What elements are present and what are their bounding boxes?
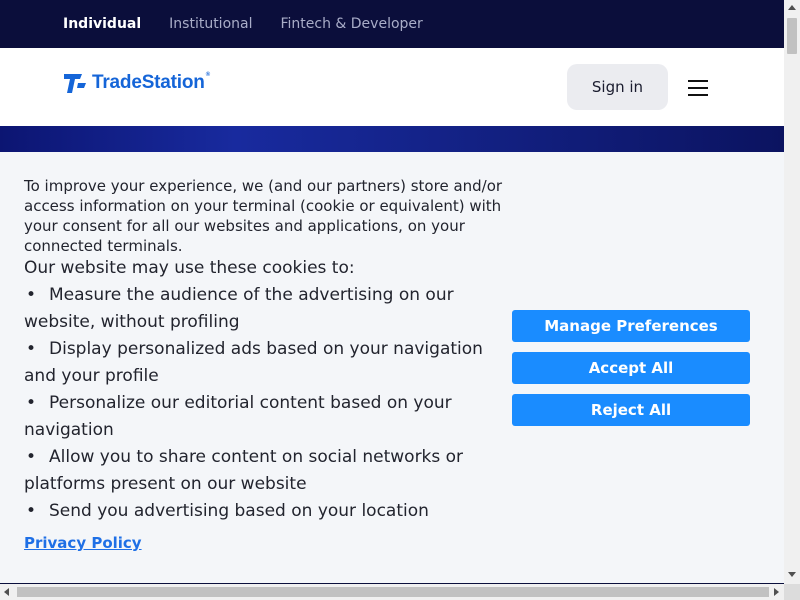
sign-in-button[interactable]: Sign in	[567, 64, 668, 110]
tradestation-logo[interactable]: TradeStation®	[62, 71, 210, 95]
vertical-scrollbar[interactable]	[784, 0, 800, 584]
scroll-right-icon[interactable]	[774, 588, 779, 596]
vertical-scroll-thumb[interactable]	[787, 18, 797, 54]
scroll-left-icon[interactable]	[4, 588, 9, 596]
cookie-lead-text: Our website may use these cookies to:	[24, 258, 355, 278]
scroll-up-icon[interactable]	[788, 5, 796, 10]
nav-institutional[interactable]: Institutional	[169, 16, 252, 32]
hero-banner	[0, 126, 784, 152]
cookie-purpose-item: Send you advertising based on your locat…	[24, 498, 504, 525]
accept-all-button[interactable]: Accept All	[512, 352, 750, 384]
cookie-purpose-item: Display personalized ads based on your n…	[24, 336, 504, 390]
cookie-intro-text: To improve your experience, we (and our …	[24, 177, 503, 255]
scrollbar-corner	[784, 584, 800, 600]
cookie-consent-banner: To improve your experience, we (and our …	[0, 152, 784, 583]
scroll-down-icon[interactable]	[788, 572, 796, 577]
nav-fintech-developer[interactable]: Fintech & Developer	[280, 16, 422, 32]
tradestation-logo-icon	[64, 74, 86, 93]
manage-preferences-button[interactable]: Manage Preferences	[512, 310, 750, 342]
cookie-purpose-item: Personalize our editorial content based …	[24, 390, 504, 444]
audience-nav: Individual Institutional Fintech & Devel…	[0, 0, 784, 48]
nav-individual[interactable]: Individual	[63, 16, 141, 32]
site-header: TradeStation® Sign in	[0, 48, 784, 126]
reject-all-button[interactable]: Reject All	[512, 394, 750, 426]
horizontal-scroll-thumb[interactable]	[17, 587, 769, 597]
logo-wordmark: TradeStation®	[92, 72, 210, 93]
horizontal-scrollbar[interactable]	[0, 584, 784, 600]
cookie-purpose-item: Allow you to share content on social net…	[24, 444, 504, 498]
hamburger-icon[interactable]	[688, 80, 708, 96]
privacy-policy-link[interactable]: Privacy Policy	[24, 534, 142, 552]
cookie-purpose-list: Measure the audience of the advertising …	[24, 282, 504, 525]
cookie-purpose-item: Measure the audience of the advertising …	[24, 282, 504, 336]
